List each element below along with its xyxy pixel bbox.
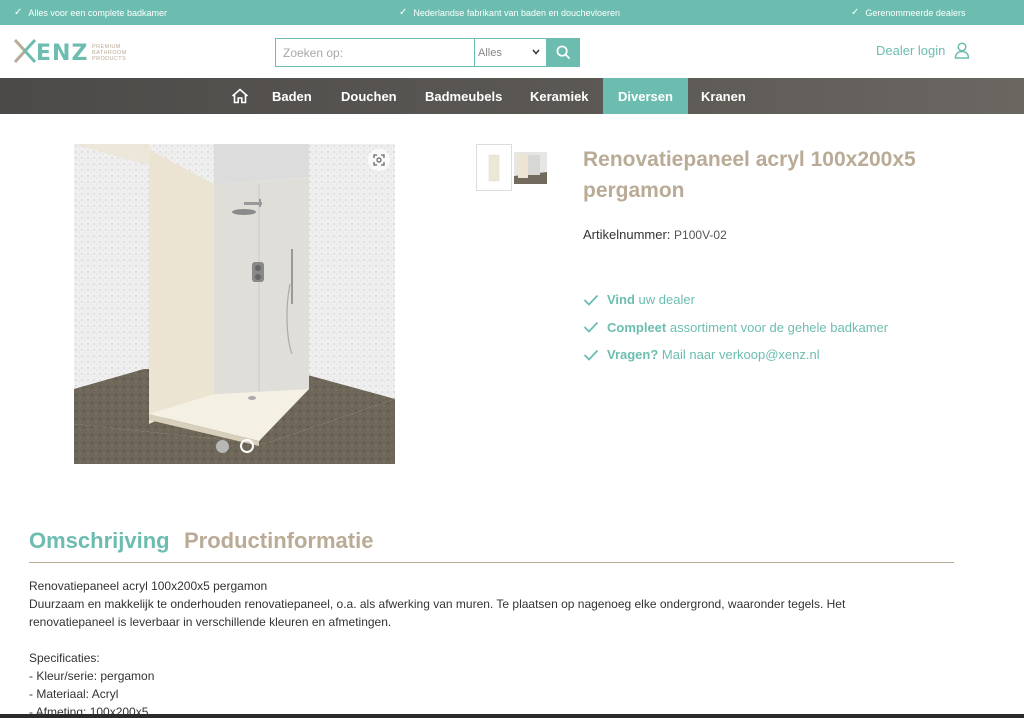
dealer-login-label: Dealer login — [876, 43, 946, 58]
check-icon — [583, 322, 599, 334]
article-label: Artikelnummer: — [583, 227, 671, 242]
svg-text:ENZ: ENZ — [36, 41, 88, 63]
thumbnail-panel-image — [488, 154, 500, 182]
benefit-text: Compleet assortiment voor de gehele badk… — [607, 320, 888, 335]
article-value: P100V-02 — [674, 228, 727, 242]
product-image[interactable] — [74, 144, 395, 464]
benefit-find-dealer[interactable]: Vind uw dealer — [583, 286, 888, 314]
check-icon: ✓ — [851, 6, 860, 18]
benefit-questions-mail[interactable]: Vragen? Mail naar verkoop@xenz.nl — [583, 341, 888, 369]
description-body: Duurzaam en makkelijk te onderhouden ren… — [29, 597, 846, 629]
tagline-line: PRODUCTS — [92, 56, 127, 62]
usp-text: Gerenommeerde dealers — [865, 7, 966, 18]
user-icon — [955, 42, 970, 59]
carousel-dot[interactable] — [216, 440, 229, 453]
zoom-button[interactable] — [368, 149, 390, 171]
benefit-complete-range: Compleet assortiment voor de gehele badk… — [583, 314, 888, 342]
search-bar: Alles — [275, 38, 580, 67]
description-title: Renovatiepaneel acryl 100x200x5 pergamon — [29, 579, 268, 593]
nav-home[interactable] — [229, 78, 251, 114]
home-icon — [231, 88, 249, 104]
check-icon — [583, 349, 599, 361]
spec-title: Specificaties: — [29, 651, 100, 665]
search-button[interactable] — [547, 38, 580, 67]
article-number: Artikelnummer: P100V-02 — [583, 227, 727, 242]
logo[interactable]: ENZ PREMIUM BATHROOM PRODUCTS — [13, 38, 127, 67]
search-icon — [556, 45, 571, 60]
usp-bar: ✓ Alles voor een complete badkamer ✓ Ned… — [0, 0, 1024, 25]
nav-item-badmeubels[interactable]: Badmeubels — [425, 78, 502, 114]
spec-item: - Kleur/serie: pergamon — [29, 669, 155, 683]
thumbnail-shower-image — [514, 152, 547, 184]
logo-graphic: ENZ — [13, 38, 88, 66]
product-title: Renovatiepaneel acryl 100x200x5 pergamon — [583, 148, 916, 202]
zoom-icon — [373, 154, 385, 166]
benefit-text: Vind uw dealer — [607, 292, 695, 307]
benefit-bold: Vind — [607, 292, 635, 308]
usp-item: ✓ Gerenommeerde dealers — [851, 0, 965, 25]
benefits-list: Vind uw dealer Compleet assortiment voor… — [583, 286, 888, 369]
window-bottom-edge — [0, 714, 1024, 718]
usp-item: ✓ Nederlandse fabrikant van baden en dou… — [399, 0, 620, 25]
logo-mark: ENZ — [13, 38, 88, 67]
nav-item-douchen[interactable]: Douchen — [341, 78, 397, 114]
search-category-value: Alles — [478, 46, 502, 59]
logo-tagline: PREMIUM BATHROOM PRODUCTS — [92, 44, 127, 62]
usp-text: Nederlandse fabrikant van baden en douch… — [413, 7, 621, 18]
search-input[interactable] — [275, 38, 474, 67]
benefit-bold: Vragen? — [607, 347, 659, 363]
benefit-text: Vragen? Mail naar verkoop@xenz.nl — [607, 347, 820, 362]
benefit-rest: uw dealer — [634, 292, 695, 308]
chevron-down-icon — [532, 48, 540, 57]
nav-item-baden[interactable]: Baden — [272, 78, 312, 114]
shower-render — [74, 144, 395, 464]
site-header: ENZ PREMIUM BATHROOM PRODUCTS Alles Deal… — [0, 25, 1024, 78]
description-content: Renovatiepaneel acryl 100x200x5 pergamon… — [29, 577, 929, 718]
tab-omschrijving[interactable]: Omschrijving — [29, 528, 170, 554]
benefit-bold: Compleet — [607, 319, 667, 335]
check-icon: ✓ — [14, 6, 23, 18]
check-icon — [583, 294, 599, 306]
thumbnail-1[interactable] — [476, 144, 512, 191]
usp-item: ✓ Alles voor een complete badkamer — [14, 0, 167, 25]
search-category-select[interactable]: Alles — [474, 38, 547, 67]
main-nav: Baden Douchen Badmeubels Keramiek Divers… — [0, 78, 1024, 114]
thumbnail-2[interactable] — [514, 152, 547, 184]
carousel-dot-active[interactable] — [240, 439, 254, 453]
benefit-rest: Mail naar verkoop@xenz.nl — [658, 347, 820, 363]
product-tabs: Omschrijving Productinformatie — [29, 525, 954, 563]
nav-item-kranen[interactable]: Kranen — [701, 78, 746, 114]
benefit-rest: assortiment voor de gehele badkamer — [666, 319, 889, 335]
tab-productinformatie[interactable]: Productinformatie — [184, 528, 373, 554]
nav-item-diversen[interactable]: Diversen — [603, 78, 688, 114]
check-icon: ✓ — [399, 6, 408, 18]
dealer-login-link[interactable]: Dealer login — [876, 42, 970, 59]
spec-item: - Materiaal: Acryl — [29, 687, 119, 701]
nav-item-keramiek[interactable]: Keramiek — [530, 78, 589, 114]
usp-text: Alles voor een complete badkamer — [28, 7, 167, 18]
